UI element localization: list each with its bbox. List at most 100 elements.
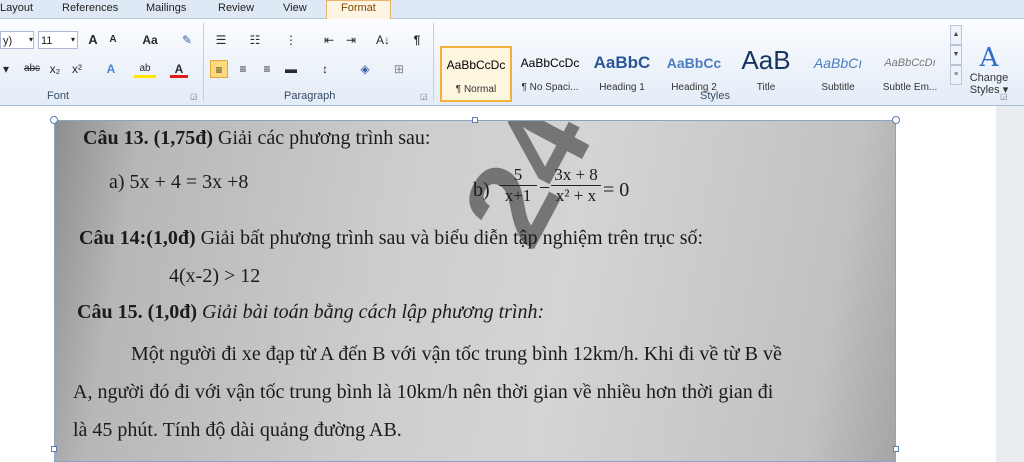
q15-line: Câu 15. (1,0đ) Giải bài toán bằng cách l… <box>77 301 544 324</box>
line-spacing-icon[interactable]: ↕ <box>316 60 334 78</box>
resize-handle-top-right[interactable] <box>892 116 900 124</box>
style-preview: AaBbC <box>593 53 651 72</box>
align-center-icon[interactable]: ≡ <box>234 60 252 78</box>
paragraph-dialog-launcher-icon[interactable]: ◲ <box>420 92 428 101</box>
group-separator <box>203 23 204 101</box>
q13-b-fraction-1: 5 x+1 <box>499 165 537 206</box>
resize-handle-left[interactable] <box>51 446 57 452</box>
gallery-scroll-up-icon[interactable]: ▲ <box>950 25 962 45</box>
style-preview: AaBbCcDc <box>520 56 580 70</box>
q13-b-fraction-2: 3x + 8 x² + x <box>551 165 601 206</box>
style-preview: AaBbCcDı <box>884 57 936 69</box>
document-area[interactable]: 247.com Câu 13. (1,75đ) Giải các phương … <box>0 106 1024 462</box>
document-margin <box>996 106 1024 462</box>
tab-review[interactable]: Review <box>218 1 254 18</box>
exam-photo-image[interactable]: 247.com Câu 13. (1,75đ) Giải các phương … <box>54 120 896 462</box>
style-title[interactable]: AaB Title <box>730 46 802 102</box>
paragraph-group-label: Paragraph <box>284 90 336 102</box>
superscript-icon[interactable]: x² <box>68 60 86 78</box>
grow-font-icon[interactable]: A <box>84 31 102 49</box>
group-separator <box>433 23 434 101</box>
style-no-spacing[interactable]: AaBbCcDc ¶ No Spaci... <box>514 46 586 102</box>
style-name: Subtitle <box>821 82 855 93</box>
q13-label: Câu 13. (1,75đ) <box>83 127 214 149</box>
style-preview: AaB <box>741 46 791 75</box>
multilevel-list-icon[interactable]: ⋮ <box>282 31 300 49</box>
align-right-icon[interactable]: ≡ <box>258 60 276 78</box>
numbering-icon[interactable]: ☷ <box>246 31 264 49</box>
q13-b-rhs: = 0 <box>603 179 630 201</box>
highlight-color-icon[interactable]: ab <box>134 60 156 78</box>
style-name: Subtle Em... <box>882 82 938 93</box>
decrease-indent-icon[interactable]: ⇤ <box>320 31 338 49</box>
resize-handle-top[interactable] <box>472 117 478 123</box>
style-normal[interactable]: AaBbCcDc ¶ Normal <box>440 46 512 102</box>
q13-b-label: b) <box>473 179 490 201</box>
change-styles-icon: A <box>979 43 999 73</box>
change-styles-label: Styles ▾ <box>969 84 1009 96</box>
justify-icon[interactable]: ▬ <box>282 60 300 78</box>
q14-label: Câu 14:(1,0đ) <box>79 227 196 249</box>
style-preview: AaBbCı <box>813 55 863 71</box>
clear-formatting-icon[interactable]: ✎ <box>178 31 196 49</box>
q15-body-line-2: A, người đó đi với vận tốc trung bình là… <box>73 381 774 403</box>
q15-body-line-1: Một người đi xe đạp từ A đến B với vận t… <box>131 343 782 365</box>
q14-line: Câu 14:(1,0đ) Giải bất phương trình sau … <box>79 227 703 250</box>
borders-icon[interactable]: ⊞ <box>390 60 408 78</box>
change-case-icon[interactable]: Aa <box>138 31 162 49</box>
gallery-more-icon[interactable]: ≡ <box>950 65 962 85</box>
font-name-dropdown-icon[interactable]: ▾ <box>26 31 36 49</box>
increase-indent-icon[interactable]: ⇥ <box>342 31 360 49</box>
tab-view[interactable]: View <box>283 1 307 18</box>
style-name: ¶ Normal <box>455 84 497 95</box>
style-name: Title <box>756 82 776 93</box>
ribbon-tab-bar: Layout References Mailings Review View F… <box>0 0 1024 19</box>
tab-layout[interactable]: Layout <box>0 1 33 18</box>
resize-handle-right[interactable] <box>893 446 899 452</box>
underline-dropdown-icon[interactable]: ▾ <box>0 60 12 78</box>
styles-group-label: Styles <box>700 90 730 102</box>
font-color-icon[interactable]: A <box>170 60 188 78</box>
q15-text: Giải bài toán bằng cách lập phương trình… <box>197 301 545 323</box>
q14-text: Giải bất phương trình sau và biểu diễn t… <box>195 227 704 249</box>
ribbon: y) ▾ 11 ▾ A A Aa ✎ ▾ abc x₂ x² A ab A Fo… <box>0 19 1024 106</box>
style-preview: AaBbCc <box>666 55 722 71</box>
q14-expression: 4(x-2) > 12 <box>169 265 261 287</box>
strikethrough-icon[interactable]: abc <box>20 60 44 78</box>
fraction-numerator: 3x + 8 <box>554 165 598 184</box>
style-preview: AaBbCcDc <box>446 58 506 72</box>
bullets-icon[interactable]: ☰ <box>212 31 230 49</box>
tab-references[interactable]: References <box>62 1 118 18</box>
fraction-denominator: x+1 <box>499 185 537 206</box>
q13-b-minus: − <box>539 177 551 199</box>
resize-handle-top-left[interactable] <box>50 116 58 124</box>
text-effects-icon[interactable]: A <box>102 60 120 78</box>
change-styles-label: Change <box>969 72 1009 84</box>
align-left-icon[interactable]: ≡ <box>210 60 228 78</box>
q13-text: Giải các phương trình sau: <box>213 127 431 149</box>
q15-label: Câu 15. (1,0đ) <box>77 301 198 323</box>
show-marks-icon[interactable]: ¶ <box>408 31 426 49</box>
styles-gallery: AaBbCcDc ¶ Normal AaBbCcDc ¶ No Spaci...… <box>438 46 952 102</box>
q13-a: a) 5x + 4 = 3x +8 <box>109 171 249 193</box>
subscript-icon[interactable]: x₂ <box>46 60 64 78</box>
q13-line: Câu 13. (1,75đ) Giải các phương trình sa… <box>83 127 431 150</box>
tab-mailings[interactable]: Mailings <box>146 1 186 18</box>
gallery-scroll-down-icon[interactable]: ▼ <box>950 45 962 65</box>
change-styles-button[interactable]: A Change Styles ▾ <box>966 44 1012 96</box>
shrink-font-icon[interactable]: A <box>104 31 122 49</box>
font-dialog-launcher-icon[interactable]: ◲ <box>190 92 198 101</box>
q15-body-line-3: là 45 phút. Tính độ dài quảng đường AB. <box>73 419 402 441</box>
font-size-dropdown-icon[interactable]: ▾ <box>68 31 78 49</box>
font-group-label: Font <box>47 90 70 102</box>
shading-icon[interactable]: ◈ <box>356 60 374 78</box>
fraction-numerator: 5 <box>513 165 523 184</box>
style-subtle-emphasis[interactable]: AaBbCcDı Subtle Em... <box>874 46 946 102</box>
fraction-denominator: x² + x <box>551 185 601 206</box>
style-heading-1[interactable]: AaBbC Heading 1 <box>586 46 658 102</box>
style-name: ¶ No Spaci... <box>521 82 579 93</box>
style-name: Heading 1 <box>599 82 645 93</box>
style-subtitle[interactable]: AaBbCı Subtitle <box>802 46 874 102</box>
sort-icon[interactable]: A↓ <box>374 31 392 49</box>
tab-format[interactable]: Format <box>326 0 391 19</box>
